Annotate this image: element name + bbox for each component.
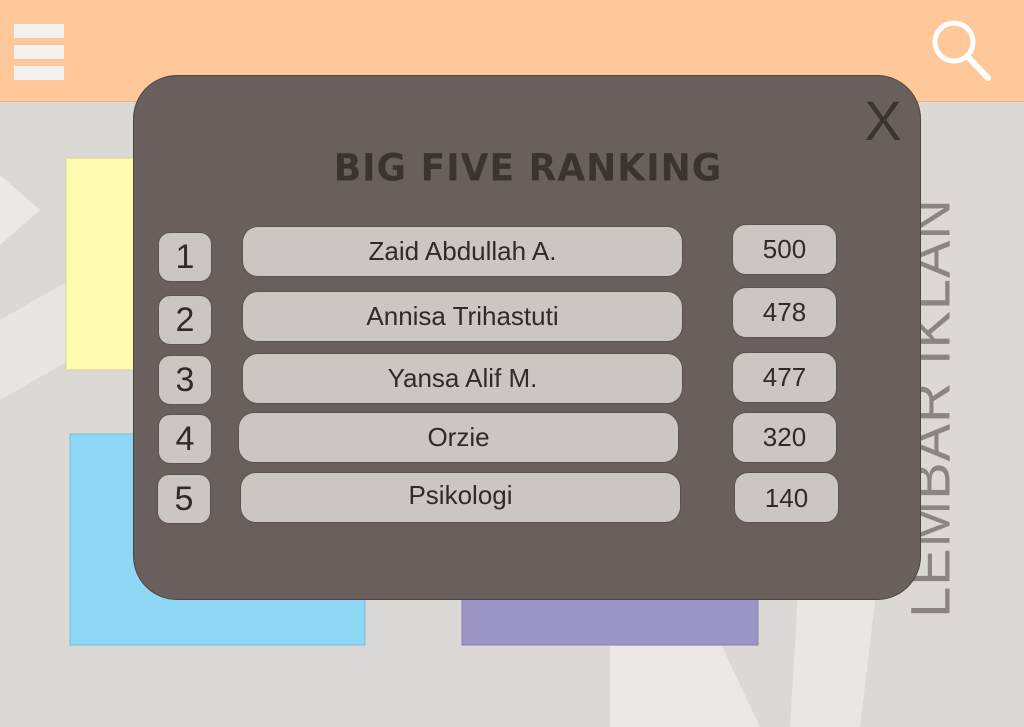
ranking-name-4: Orzie: [238, 412, 679, 463]
ranking-name-5: Psikologi: [240, 472, 681, 523]
ranking-name-1: Zaid Abdullah A.: [242, 226, 683, 277]
rank-number-2: 2: [158, 295, 212, 345]
rank-number-5: 5: [157, 474, 211, 524]
rank-number-3: 3: [158, 355, 212, 405]
ranking-score-2: 478: [732, 287, 837, 338]
ranking-score-5: 140: [734, 472, 839, 523]
ranking-modal: X BIG FIVE RANKING 1 Zaid Abdullah A. 50…: [133, 75, 921, 600]
ranking-score-4: 320: [732, 412, 837, 463]
ranking-score-1: 500: [732, 224, 837, 275]
close-button[interactable]: X: [861, 93, 905, 149]
search-icon[interactable]: [928, 16, 992, 82]
ranking-name-2: Annisa Trihastuti: [242, 291, 683, 342]
rank-number-4: 4: [158, 414, 212, 464]
rank-number-1: 1: [158, 232, 212, 282]
map-road-bottom-left: [0, 280, 70, 400]
hamburger-menu-icon[interactable]: [14, 24, 64, 80]
ranking-score-3: 477: [732, 352, 837, 403]
modal-title: BIG FIVE RANKING: [333, 146, 723, 191]
ranking-name-3: Yansa Alif M.: [242, 353, 683, 404]
map-road-left: [0, 175, 40, 245]
